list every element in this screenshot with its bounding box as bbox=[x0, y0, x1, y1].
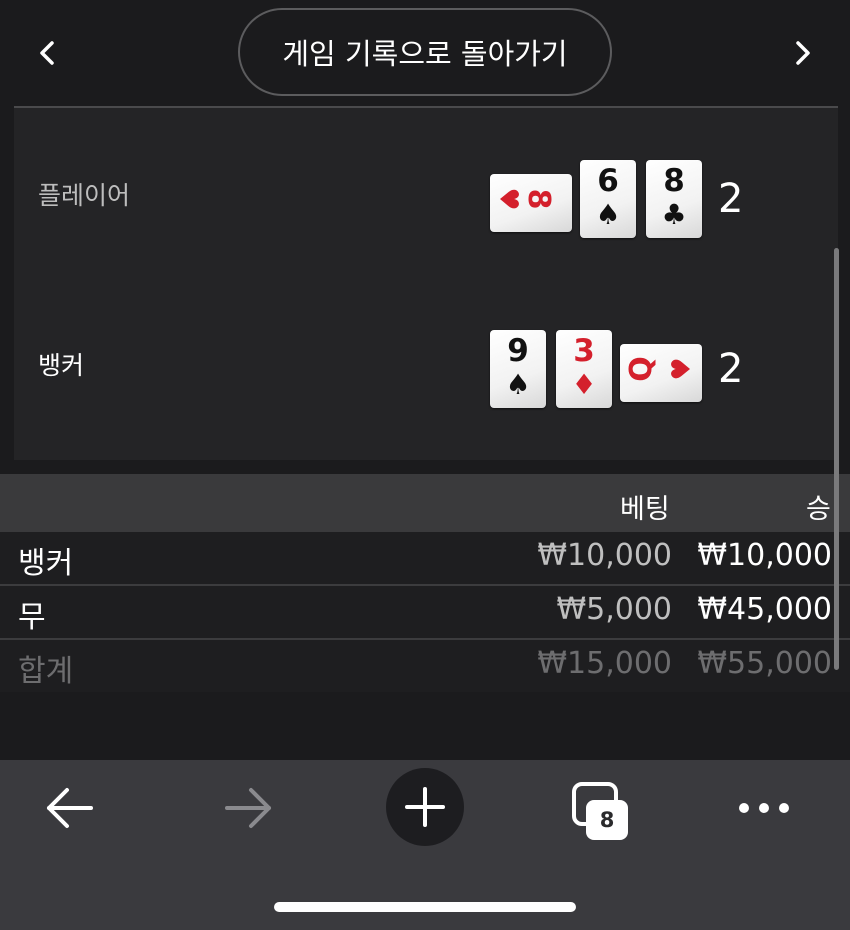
back-to-history-button[interactable]: 게임 기록으로 돌아가기 bbox=[238, 8, 612, 96]
browser-back-button[interactable] bbox=[40, 782, 100, 834]
table-row: 뱅커 ₩10,000 ₩10,000 bbox=[0, 532, 850, 584]
bet-table: 베팅 승 뱅커 ₩10,000 ₩10,000 무 ₩5,000 ₩45,000… bbox=[0, 474, 850, 692]
row-bet-amount: ₩5,000 bbox=[556, 592, 672, 627]
player-card-2-suit: ♠ bbox=[595, 198, 621, 231]
plus-icon bbox=[405, 787, 445, 827]
banker-card-2-rank: 3 bbox=[573, 333, 595, 369]
banker-card-2-suit: ♦ bbox=[571, 368, 597, 401]
win-column-header: 승 bbox=[806, 494, 831, 525]
banker-card-3-suit: ♥ bbox=[667, 357, 697, 381]
banker-card-1-suit: ♠ bbox=[505, 368, 531, 401]
bet-table-header: 베팅 승 bbox=[0, 474, 850, 532]
player-card-2: 6 ♠ bbox=[580, 160, 636, 238]
row-bet-amount: ₩10,000 bbox=[537, 538, 672, 573]
player-card-2-rank: 6 bbox=[597, 163, 619, 199]
banker-card-3: Q ♥ bbox=[620, 344, 702, 402]
row-label: 뱅커 bbox=[18, 546, 74, 581]
player-card-1: ♥ 8 bbox=[490, 174, 572, 232]
banker-card-3-rank: Q bbox=[624, 356, 659, 382]
player-score: 2 bbox=[718, 176, 744, 222]
player-card-1-rank: 8 bbox=[521, 188, 556, 210]
total-win-amount: ₩55,000 bbox=[697, 646, 832, 681]
history-header: 게임 기록으로 돌아가기 bbox=[0, 0, 850, 108]
new-tab-button[interactable] bbox=[386, 768, 464, 846]
player-card-3-rank: 8 bbox=[663, 163, 685, 199]
previous-round-button[interactable] bbox=[22, 28, 72, 78]
arrow-right-icon bbox=[225, 788, 271, 828]
more-horizontal-icon bbox=[739, 803, 789, 813]
player-card-3-suit: ♣ bbox=[661, 198, 687, 231]
back-to-history-label: 게임 기록으로 돌아가기 bbox=[282, 37, 568, 71]
banker-score: 2 bbox=[718, 346, 744, 392]
player-card-3: 8 ♣ bbox=[646, 160, 702, 238]
next-round-button[interactable] bbox=[778, 28, 828, 78]
tab-count: 8 bbox=[586, 800, 628, 840]
arrow-left-icon bbox=[47, 788, 93, 828]
banker-hand-label: 뱅커 bbox=[38, 351, 85, 380]
browser-forward-button[interactable] bbox=[218, 782, 278, 834]
total-bet-amount: ₩15,000 bbox=[537, 646, 672, 681]
row-label: 무 bbox=[18, 600, 46, 635]
banker-card-1-rank: 9 bbox=[507, 333, 529, 369]
player-hand-label: 플레이어 bbox=[38, 181, 131, 210]
home-indicator[interactable] bbox=[274, 902, 576, 912]
banker-card-1: 9 ♠ bbox=[490, 330, 546, 408]
chevron-right-icon bbox=[796, 41, 810, 65]
player-card-1-suit: ♥ bbox=[493, 187, 523, 211]
row-win-amount: ₩10,000 bbox=[697, 538, 832, 573]
browser-toolbar: 8 bbox=[0, 760, 850, 930]
total-row: 합계 ₩15,000 ₩55,000 bbox=[0, 640, 850, 692]
total-label: 합계 bbox=[18, 654, 74, 689]
hands-panel: 플레이어 ♥ 8 6 ♠ 8 ♣ 2 뱅커 9 ♠ 3 ♦ Q ♥ 2 bbox=[14, 108, 838, 460]
section-gap bbox=[0, 460, 850, 474]
bet-column-header: 베팅 bbox=[620, 494, 670, 525]
row-win-amount: ₩45,000 bbox=[697, 592, 832, 627]
more-menu-button[interactable] bbox=[734, 790, 794, 826]
banker-card-2: 3 ♦ bbox=[556, 330, 612, 408]
chevron-left-icon bbox=[40, 41, 54, 65]
tabs-button[interactable]: 8 bbox=[568, 778, 638, 844]
scrollbar[interactable] bbox=[834, 248, 839, 670]
table-row: 무 ₩5,000 ₩45,000 bbox=[0, 586, 850, 638]
